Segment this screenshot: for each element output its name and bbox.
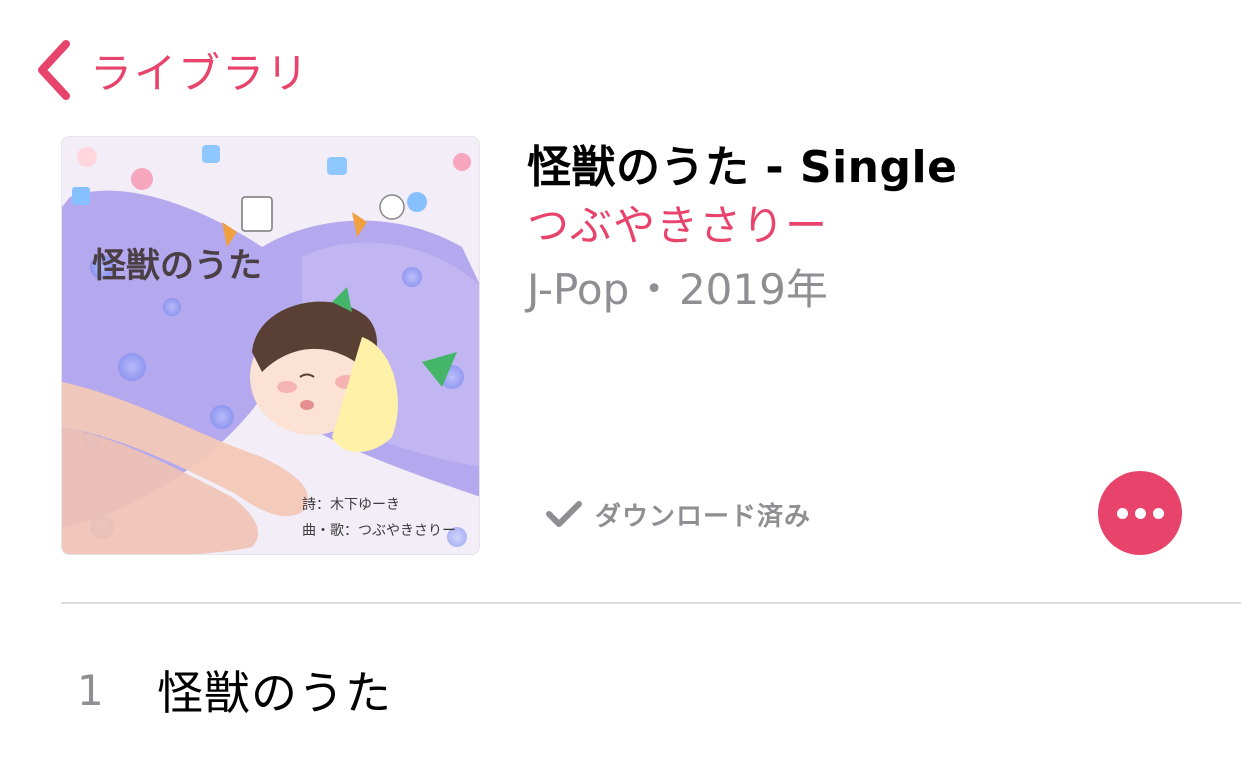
downloaded-label: ダウンロード済み — [595, 501, 812, 532]
meta-separator: • — [645, 272, 663, 307]
track-title: 怪獣のうた — [157, 666, 392, 720]
track-row[interactable]: 1 怪獣のうた — [61, 640, 1241, 740]
album-detail-screen: ライブラリ 怪獣のうた 詩：木下ゆーき 曲・歌：つぶやきさりー 怪獣のうた - … — [0, 0, 1241, 767]
artwork-credit-lyrics: 詩：木下ゆーき — [302, 497, 400, 513]
more-icon-dot — [1152, 507, 1164, 519]
release-year: 2019年 — [678, 265, 828, 314]
album-info: 怪獣のうた - Single つぶやきさりー J-Pop • 2019年 — [527, 140, 1227, 316]
album-meta: J-Pop • 2019年 — [527, 264, 1227, 316]
more-button[interactable] — [1098, 471, 1182, 555]
chevron-left-icon — [38, 40, 70, 100]
genre-label: J-Pop — [527, 265, 630, 314]
back-button[interactable]: ライブラリ — [36, 38, 310, 102]
artist-link[interactable]: つぶやきさりー — [527, 198, 1227, 254]
more-icon-dot — [1134, 507, 1146, 519]
divider — [61, 602, 1241, 604]
downloaded-status: ダウンロード済み — [545, 494, 811, 534]
track-number: 1 — [77, 665, 104, 715]
album-title: 怪獣のうた - Single — [527, 142, 958, 193]
artwork-credit-music: 曲・歌：つぶやきさりー — [302, 523, 456, 539]
album-artwork[interactable]: 怪獣のうた 詩：木下ゆーき 曲・歌：つぶやきさりー — [61, 136, 480, 555]
album-artwork-image: 怪獣のうた 詩：木下ゆーき 曲・歌：つぶやきさりー — [62, 137, 479, 554]
checkmark-icon — [546, 501, 582, 527]
artwork-title-text: 怪獣のうた — [92, 246, 262, 286]
more-icon — [1116, 507, 1128, 519]
back-label: ライブラリ — [90, 48, 311, 98]
